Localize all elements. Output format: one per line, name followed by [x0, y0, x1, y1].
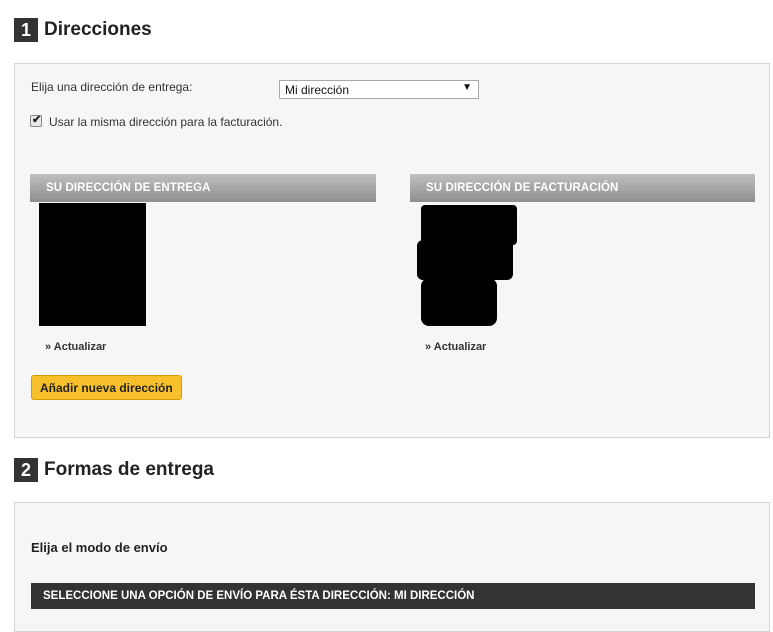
delivery-address-header: SU DIRECCIÓN DE ENTREGA	[30, 174, 376, 202]
shipping-mode-label: Elija el modo de envío	[31, 540, 168, 555]
add-new-address-button[interactable]: Añadir nueva dirección	[31, 375, 182, 400]
update-delivery-address-link[interactable]: » Actualizar	[45, 341, 106, 353]
same-billing-label: Usar la misma dirección para la facturac…	[49, 115, 283, 129]
checkmark-icon: ✔	[32, 114, 42, 126]
redacted-billing-address-part	[417, 240, 513, 280]
delivery-address-select[interactable]: Mi dirección ▼	[279, 80, 479, 99]
redacted-billing-address	[421, 205, 517, 245]
addresses-panel: Elija una dirección de entrega: Mi direc…	[14, 63, 770, 438]
step-1-title: Direcciones	[44, 19, 152, 40]
step-2-number: 2	[14, 458, 38, 482]
step-2-title: Formas de entrega	[44, 459, 214, 480]
billing-address-header: SU DIRECCIÓN DE FACTURACIÓN	[410, 174, 755, 202]
redacted-delivery-address	[39, 203, 146, 326]
step-1-header: 1 Direcciones	[14, 18, 152, 42]
redacted-billing-address-part	[421, 278, 497, 326]
step-2-header: 2 Formas de entrega	[14, 458, 214, 482]
same-billing-checkbox[interactable]: ✔	[30, 114, 42, 127]
delivery-select-value: Mi dirección	[285, 83, 350, 97]
shipping-option-header: SELECCIONE UNA OPCIÓN DE ENVÍO PARA ÉSTA…	[31, 583, 755, 609]
dropdown-arrow-icon: ▼	[462, 82, 472, 93]
update-billing-address-link[interactable]: » Actualizar	[425, 341, 486, 353]
delivery-select-label: Elija una dirección de entrega:	[31, 80, 193, 94]
step-1-number: 1	[14, 18, 38, 42]
shipping-panel: Elija el modo de envío SELECCIONE UNA OP…	[14, 502, 770, 632]
